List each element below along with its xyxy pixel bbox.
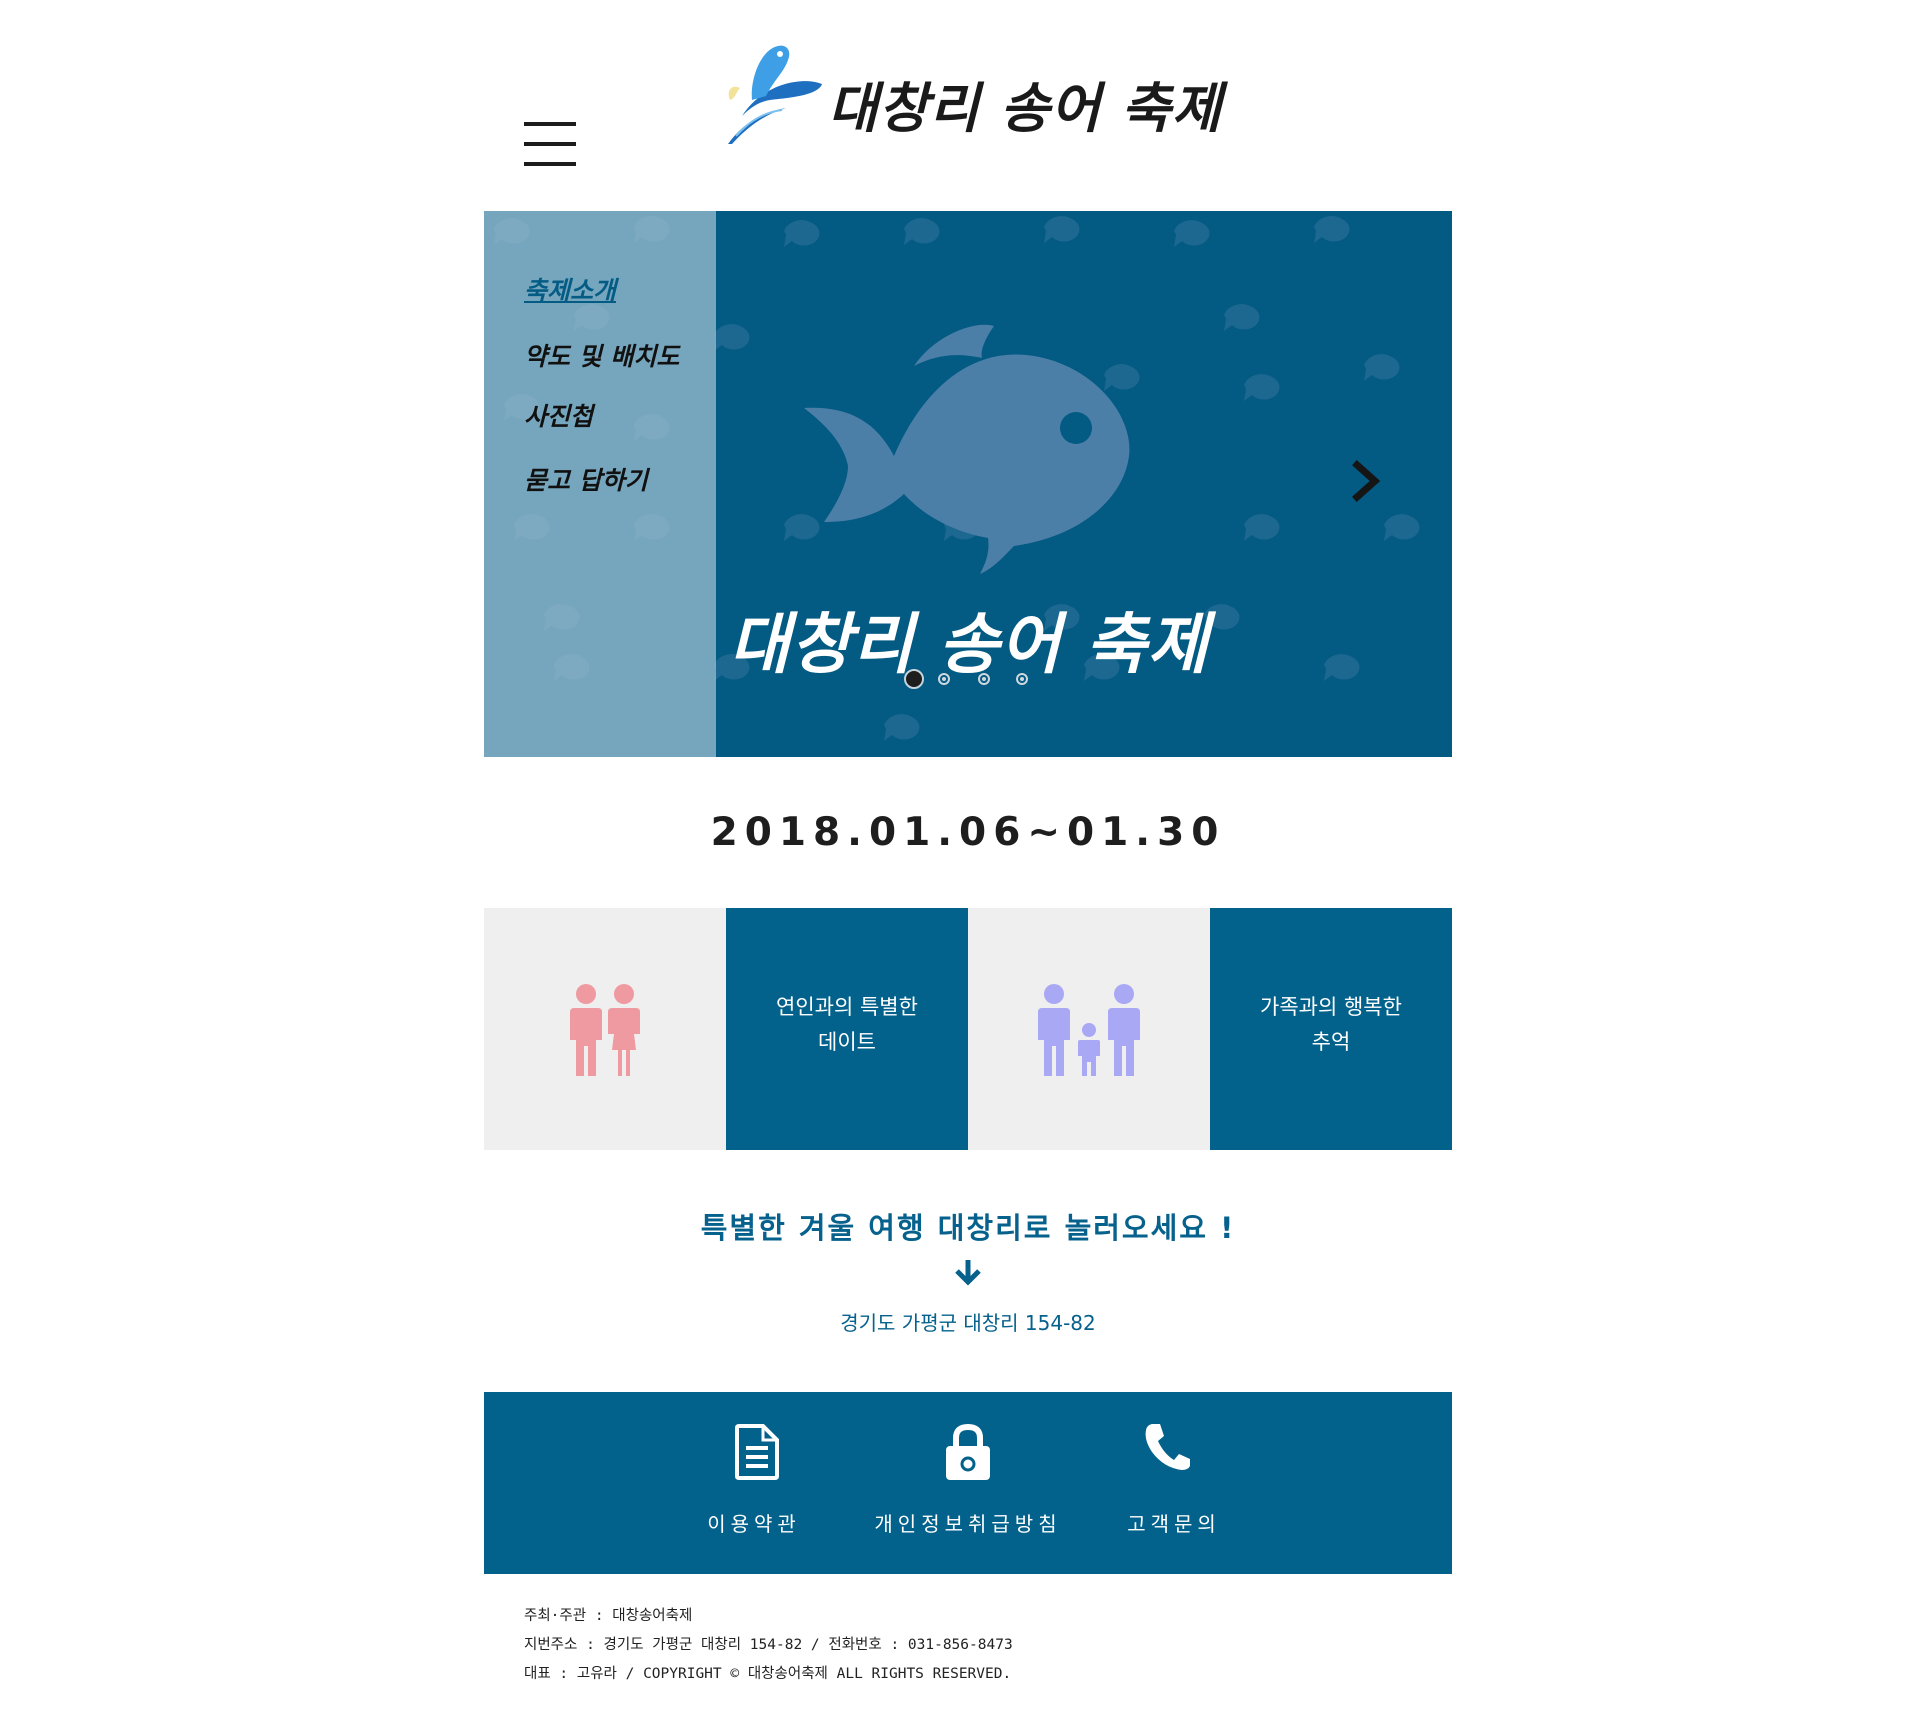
slide-dot-2[interactable] xyxy=(938,673,950,685)
privacy-link[interactable]: 개인정보취급방침 xyxy=(868,1392,1068,1574)
contact-label: 고객문의 xyxy=(1127,1512,1221,1536)
couple-caption-line1: 연인과의 특별한 xyxy=(776,995,918,1019)
menu-item-festival-intro[interactable]: 축제소개 xyxy=(524,271,616,307)
couple-caption-tile: 연인과의 특별한 데이트 xyxy=(726,908,968,1150)
arrow-down-icon xyxy=(955,1260,981,1286)
feature-tiles: 연인과의 특별한 데이트 가족과의 행복한 추억 xyxy=(484,908,1452,1150)
footer-info: 주최·주관 : 대창송어축제 지번주소 : 경기도 가평군 대창리 154-82… xyxy=(524,1602,1424,1689)
hamburger-menu-icon[interactable] xyxy=(524,122,576,166)
menu-item-photo-album[interactable]: 사진첩 xyxy=(524,397,593,433)
slide-indicator xyxy=(904,669,1064,691)
document-icon xyxy=(735,1424,779,1480)
slide-dot-4[interactable] xyxy=(1016,673,1028,685)
privacy-label: 개인정보취급방침 xyxy=(874,1512,1062,1536)
header: 대창리 송어 축제 xyxy=(484,0,1452,211)
footer-organizer: 주최·주관 : 대창송어축제 xyxy=(524,1608,693,1624)
family-icon xyxy=(1038,984,1140,1076)
family-tile xyxy=(968,908,1210,1150)
family-caption-line2: 추억 xyxy=(1311,1030,1351,1054)
phone-icon xyxy=(1145,1424,1190,1470)
slide-dot-3[interactable] xyxy=(978,673,990,685)
menu-item-qna[interactable]: 묻고 답하기 xyxy=(524,461,648,497)
invite-headline: 특별한 겨울 여행 대창리로 놀러오세요 ! xyxy=(700,1211,1236,1245)
fish-logo-icon xyxy=(728,45,822,144)
footer-address-phone: 지번주소 : 경기도 가평군 대창리 154-82 / 전화번호 : 031-8… xyxy=(524,1637,1013,1653)
festival-date: 2018.01.06~01.30 xyxy=(710,810,1226,855)
couple-caption-line2: 데이트 xyxy=(818,1030,876,1054)
terms-label: 이용약관 xyxy=(707,1512,801,1536)
lock-icon xyxy=(946,1424,990,1480)
festival-address: 경기도 가평군 대창리 154-82 xyxy=(840,1311,1096,1335)
family-caption-tile: 가족과의 행복한 추억 xyxy=(1210,908,1452,1150)
chevron-right-icon[interactable] xyxy=(1349,459,1385,503)
side-menu: 축제소개 약도 및 배치도 사진첩 묻고 답하기 xyxy=(484,211,716,757)
site-logo[interactable]: 대창리 송어 축제 xyxy=(722,40,1242,150)
fish-illustration xyxy=(804,324,1130,574)
menu-item-map-layout[interactable]: 약도 및 배치도 xyxy=(524,337,679,373)
couple-icon xyxy=(570,984,640,1076)
page: 대창리 송어 축제 축제소개 약도 및 배치도 사진첩 묻고 답하기 대창리 송… xyxy=(484,0,1452,1710)
slide-dot-1[interactable] xyxy=(904,669,924,689)
terms-link[interactable]: 이용약관 xyxy=(684,1392,824,1574)
contact-link[interactable]: 고객문의 xyxy=(1104,1392,1244,1574)
footer-copyright: 대표 : 고유라 / COPYRIGHT © 대창송어축제 ALL RIGHTS… xyxy=(524,1666,1012,1682)
couple-tile xyxy=(484,908,726,1150)
hero-slider: 축제소개 약도 및 배치도 사진첩 묻고 답하기 대창리 송어 축제 xyxy=(484,211,1452,757)
logo-text: 대창리 송어 축제 xyxy=(828,77,1223,140)
footer-links: 이용약관 개인정보취급방침 고객문의 xyxy=(484,1392,1452,1574)
family-caption-line1: 가족과의 행복한 xyxy=(1260,995,1402,1019)
